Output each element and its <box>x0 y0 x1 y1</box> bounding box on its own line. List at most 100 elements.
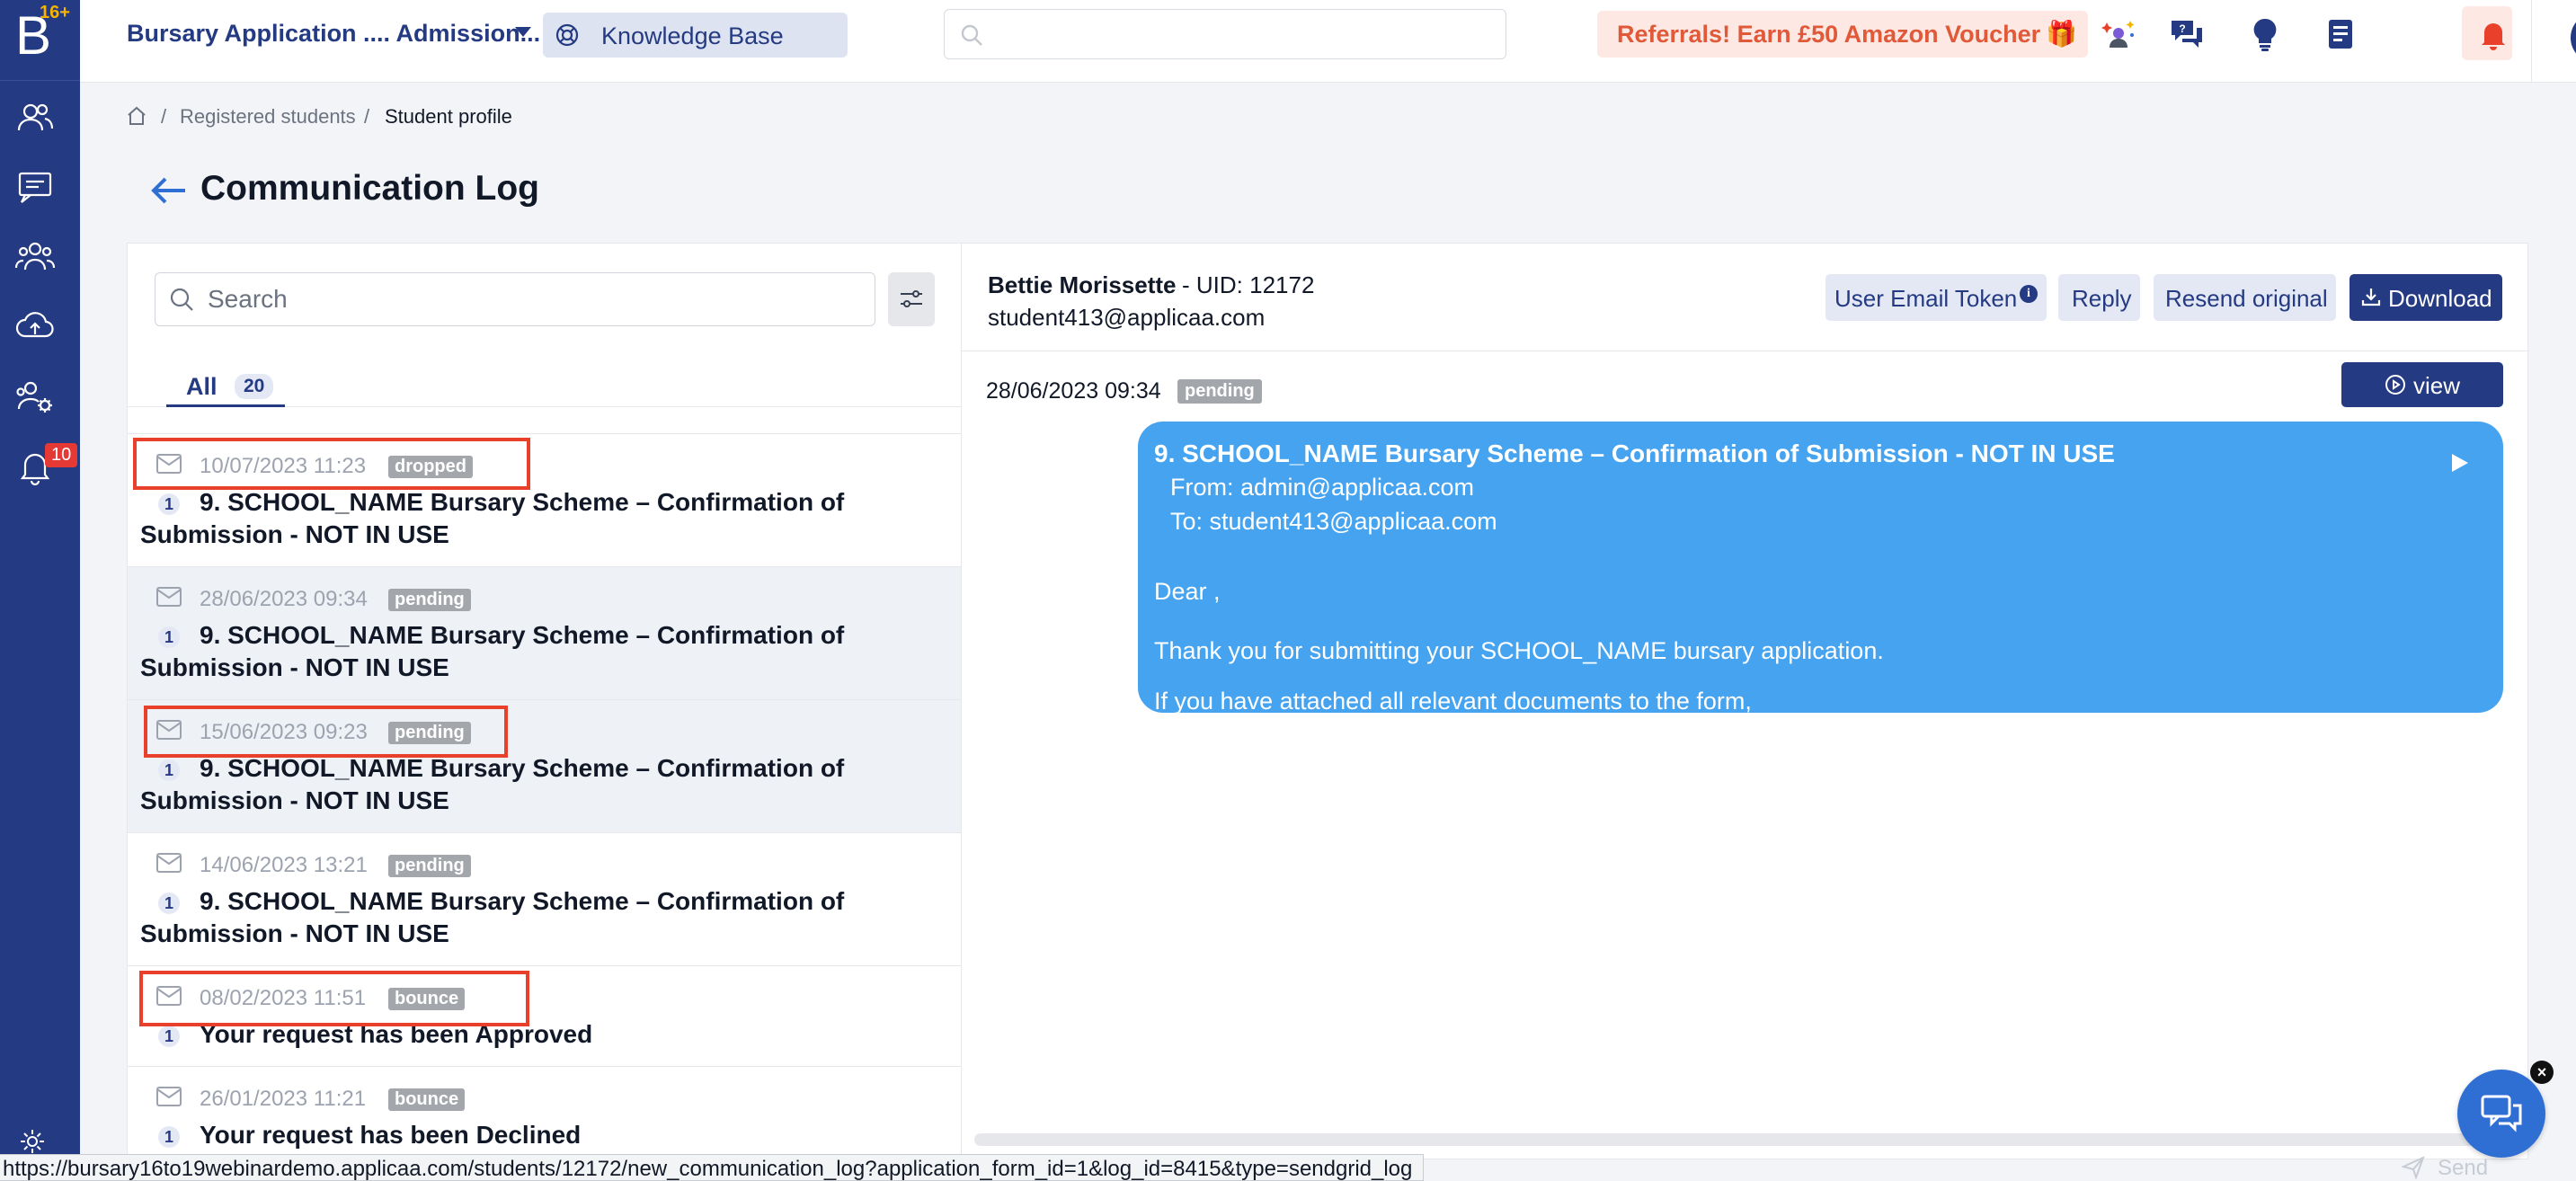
message-to: To: student413@applicaa.com <box>1170 508 1497 535</box>
global-search-input[interactable] <box>944 9 1506 59</box>
chat-icon <box>2481 1095 2522 1132</box>
download-icon <box>2361 289 2381 306</box>
user-avatar-icon[interactable] <box>2571 13 2576 63</box>
expand-play-icon[interactable] <box>2452 454 2468 472</box>
filter-sliders-icon <box>901 290 922 307</box>
chevron-down-icon[interactable] <box>515 27 531 37</box>
breadcrumb-separator: / <box>161 105 167 128</box>
status-badge: pending <box>388 589 471 611</box>
tab-all-count: 20 <box>235 374 274 399</box>
log-subject: Your request has been Declined <box>200 1121 582 1149</box>
log-tabs: All 20 <box>128 351 961 407</box>
highlight-box <box>139 971 529 1026</box>
search-icon <box>170 288 193 311</box>
message-bubble: 9. SCHOOL_NAME Bursary Scheme – Confirma… <box>1138 422 2503 713</box>
ai-sparkle-icon[interactable] <box>2100 15 2137 53</box>
messages-icon[interactable] <box>14 166 56 208</box>
log-date: 14/06/2023 13:21 <box>200 853 368 877</box>
knowledge-base-label: Knowledge Base <box>601 22 784 49</box>
message-header: Bettie Morissette - UID: 12172 student41… <box>962 244 2529 351</box>
notification-count-badge: 10 <box>45 443 78 467</box>
info-icon[interactable]: i <box>2020 285 2038 303</box>
back-arrow-icon[interactable] <box>149 174 189 207</box>
student-uid: - UID: 12172 <box>1182 271 1315 298</box>
filter-button[interactable] <box>888 272 935 326</box>
page-title: Communication Log <box>200 169 539 208</box>
status-badge: bounce <box>388 1088 466 1111</box>
tab-all[interactable]: All 20 <box>166 351 285 407</box>
sidebar: B 16+ 10 <box>0 0 80 1181</box>
message-date: 28/06/2023 09:34 <box>986 378 1161 404</box>
log-item[interactable]: 28/06/2023 09:34 pending 1 9. SCHOOL_NAM… <box>128 566 961 699</box>
mail-icon <box>156 1087 182 1106</box>
breadcrumb-separator: / <box>364 105 370 128</box>
message-detail-panel: Bettie Morissette - UID: 12172 student41… <box>961 243 2529 1159</box>
message-body-line: Thank you for submitting your SCHOOL_NAM… <box>1154 637 1884 664</box>
chat-bubbles-icon[interactable]: ? <box>2168 15 2206 53</box>
log-subject: 9. SCHOOL_NAME Bursary Scheme – Confirma… <box>140 887 845 947</box>
log-search-field[interactable] <box>155 272 875 326</box>
bell-alert-icon[interactable] <box>2474 15 2512 53</box>
log-subject: 9. SCHOOL_NAME Bursary Scheme – Confirma… <box>140 621 845 681</box>
view-label: view <box>2413 372 2461 399</box>
student-email: student413@applicaa.com <box>988 304 1266 331</box>
upload-cloud-icon[interactable] <box>14 306 56 347</box>
log-date: 28/06/2023 09:34 <box>200 587 368 611</box>
resend-original-label: Resend original <box>2165 285 2328 312</box>
app-title[interactable]: Bursary Application .... Admission... <box>127 20 540 48</box>
send-button[interactable]: Send <box>2402 1154 2520 1181</box>
student-name: Bettie Morissette <box>988 271 1177 298</box>
log-subject: 9. SCHOOL_NAME Bursary Scheme – Confirma… <box>140 754 845 814</box>
message-body-line: If you have attached all relevant docume… <box>1154 688 1752 713</box>
highlight-box <box>144 706 508 758</box>
user-settings-icon[interactable] <box>14 376 56 417</box>
gift-icon: 🎁 <box>2046 20 2077 48</box>
user-email-token-button[interactable]: User Email Token i <box>1825 274 2047 321</box>
send-label: Send <box>2438 1156 2489 1180</box>
user-email-token-label: User Email Token <box>1834 285 2018 312</box>
close-icon[interactable]: × <box>2530 1061 2554 1084</box>
breadcrumb-registered-students[interactable]: Registered students <box>180 105 356 129</box>
download-label: Download <box>2388 285 2492 312</box>
users-icon[interactable] <box>14 97 56 138</box>
search-icon <box>961 24 982 46</box>
log-item[interactable]: 26/01/2023 11:21 bounce 1 Your request h… <box>128 1066 961 1159</box>
play-circle-icon <box>2385 375 2405 395</box>
knowledge-base-button[interactable]: Knowledge Base <box>543 13 848 58</box>
view-button[interactable]: view <box>2341 362 2503 407</box>
lifebuoy-icon <box>555 23 579 47</box>
log-search-input[interactable] <box>208 282 855 316</box>
referral-text: Referrals! Earn £50 Amazon Voucher <box>1617 21 2041 48</box>
browser-status-url: https://bursary16to19webinardemo.applica… <box>0 1154 1425 1181</box>
settings-gear-icon[interactable] <box>18 1127 47 1156</box>
logo-badge: 16+ <box>40 3 70 22</box>
log-subject: 9. SCHOOL_NAME Bursary Scheme – Confirma… <box>140 488 845 548</box>
horizontal-scrollbar[interactable] <box>974 1133 2517 1146</box>
message-subject: 9. SCHOOL_NAME Bursary Scheme – Confirma… <box>1154 440 2115 467</box>
groups-icon[interactable] <box>14 235 56 277</box>
message-status-badge: pending <box>1177 379 1262 404</box>
document-icon[interactable] <box>2322 15 2359 53</box>
mail-icon <box>156 853 182 873</box>
resend-original-button[interactable]: Resend original <box>2154 274 2336 321</box>
log-date: 26/01/2023 11:21 <box>200 1087 367 1111</box>
mail-icon <box>156 587 182 607</box>
reply-button[interactable]: Reply <box>2058 274 2140 321</box>
status-badge: pending <box>388 855 471 877</box>
svg-text:?: ? <box>2179 22 2185 35</box>
lightbulb-icon[interactable] <box>2246 15 2284 53</box>
top-bar: Bursary Application .... Admission... Kn… <box>80 0 2576 83</box>
message-greeting: Dear , <box>1154 578 1221 605</box>
send-icon <box>2402 1156 2425 1179</box>
app-logo[interactable]: B 16+ <box>0 0 80 81</box>
download-button[interactable]: Download <box>2349 274 2502 321</box>
message-from: From: admin@applicaa.com <box>1170 474 1475 501</box>
breadcrumb-student-profile: Student profile <box>385 105 512 128</box>
chat-launcher-button[interactable] <box>2457 1070 2545 1158</box>
log-item[interactable]: 14/06/2023 13:21 pending 1 9. SCHOOL_NAM… <box>128 832 961 965</box>
referral-banner[interactable]: Referrals! Earn £50 Amazon Voucher 🎁 <box>1597 11 2088 58</box>
highlight-box <box>133 438 530 490</box>
tab-all-label: All <box>186 373 218 400</box>
reply-label: Reply <box>2072 285 2132 312</box>
home-icon[interactable] <box>126 105 147 127</box>
